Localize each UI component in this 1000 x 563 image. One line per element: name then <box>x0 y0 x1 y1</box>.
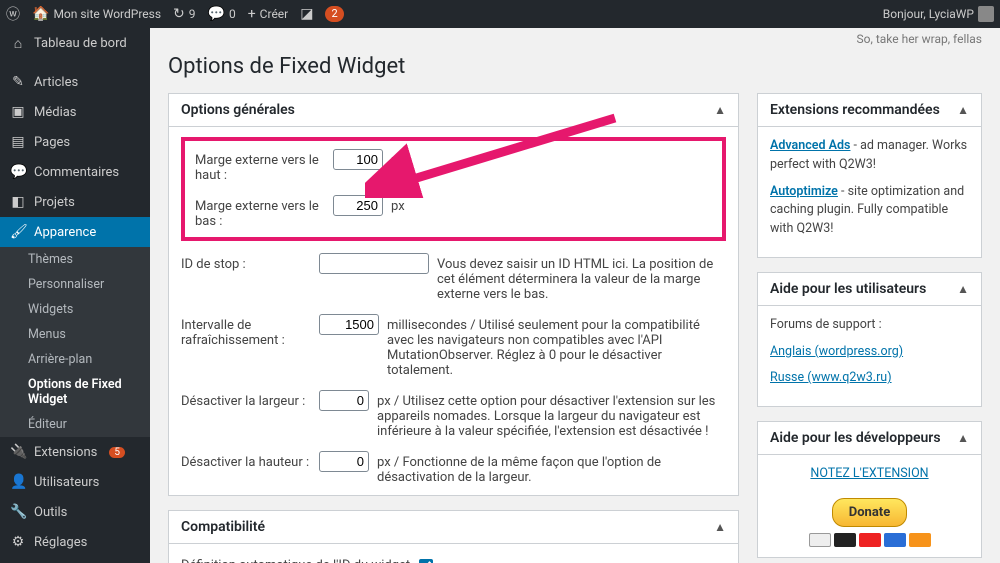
refresh-desc: millisecondes / Utilisé seulement pour l… <box>387 314 726 378</box>
stop-id-desc: Vous devez saisir un ID HTML ici. La pos… <box>437 253 726 302</box>
link-forum-en[interactable]: Anglais (wordpress.org) <box>770 344 903 359</box>
new-content[interactable]: +Créer <box>248 6 289 22</box>
disable-height-desc: px / Fonctionne de la même façon que l'o… <box>377 451 726 485</box>
auto-id-checkbox[interactable] <box>419 559 433 563</box>
submenu-menus[interactable]: Menus <box>0 322 150 347</box>
box-compatibility: Compatibilité ▲ Définition automatique d… <box>168 510 739 563</box>
submenu-customize[interactable]: Personnaliser <box>0 272 150 297</box>
box-ext-title: Extensions recommandées <box>770 102 940 118</box>
link-forum-ru[interactable]: Russe (www.q2w3.ru) <box>770 370 892 385</box>
box-general-title: Options générales <box>181 102 295 118</box>
amex-icon <box>884 533 906 547</box>
link-autoptimize[interactable]: Autoptimize <box>770 184 838 199</box>
menu-settings[interactable]: ⚙Réglages <box>0 527 150 557</box>
margin-bottom-input[interactable] <box>333 195 383 216</box>
margin-bottom-label: Marge externe vers le bas : <box>195 195 325 229</box>
disable-width-label: Désactiver la largeur : <box>181 390 311 409</box>
disable-width-input[interactable] <box>319 390 369 411</box>
disable-height-input[interactable] <box>319 451 369 472</box>
my-account[interactable]: Bonjour, LyciaWP <box>883 6 994 22</box>
card-icon <box>859 533 881 547</box>
toggle-icon[interactable]: ▲ <box>957 282 969 296</box>
site-name[interactable]: 🏠Mon site WordPress <box>32 6 161 22</box>
menu-users[interactable]: 👤Utilisateurs <box>0 467 150 497</box>
disable-height-label: Désactiver la hauteur : <box>181 451 311 470</box>
visa-icon <box>809 533 831 547</box>
admin-bar: ⓦ 🏠Mon site WordPress ↻9 💬0 +Créer ◪ 2 B… <box>0 0 1000 28</box>
submenu-editor[interactable]: Éditeur <box>0 412 150 437</box>
submenu-fixed-widget[interactable]: Options de Fixed Widget <box>0 372 150 412</box>
discover-icon <box>909 533 931 547</box>
auto-id-label: Définition automatique de l'ID du widget… <box>181 554 411 563</box>
disable-width-desc: px / Utilisez cette option pour désactiv… <box>377 390 726 439</box>
stop-id-input[interactable] <box>319 253 429 274</box>
refresh-input[interactable] <box>319 314 379 335</box>
link-rate-extension[interactable]: NOTEZ L'EXTENSION <box>810 466 928 481</box>
submenu-background[interactable]: Arrière-plan <box>0 347 150 372</box>
box-help-dev-title: Aide pour les développeurs <box>770 430 941 446</box>
menu-media[interactable]: ▣Médias <box>0 97 150 127</box>
page-title: Options de Fixed Widget <box>168 54 982 79</box>
content-area: So, take her wrap, fellas Options de Fix… <box>150 28 1000 563</box>
toggle-icon[interactable]: ▲ <box>957 103 969 117</box>
yoast-icon[interactable]: ◪ <box>300 6 313 22</box>
donate-button[interactable]: Donate <box>832 498 907 528</box>
box-compat-title: Compatibilité <box>181 519 265 535</box>
margin-top-input[interactable] <box>333 149 383 170</box>
forums-label: Forums de support : <box>770 316 969 335</box>
menu-dashboard[interactable]: ⌂Tableau de bord <box>0 28 150 59</box>
box-general-options: Options générales ▲ Marge externe vers l… <box>168 93 739 496</box>
toggle-icon[interactable]: ▲ <box>714 103 726 117</box>
payment-cards <box>770 533 969 547</box>
wp-logo[interactable]: ⓦ <box>6 4 20 24</box>
box-help-users-title: Aide pour les utilisateurs <box>770 281 926 297</box>
comments-bubble[interactable]: 💬0 <box>208 6 236 22</box>
menu-comments[interactable]: 💬Commentaires <box>0 157 150 187</box>
menu-plugins[interactable]: 🔌Extensions5 <box>0 437 150 467</box>
tagline: So, take her wrap, fellas <box>168 28 982 50</box>
unit-px: px <box>391 195 405 214</box>
updates[interactable]: ↻9 <box>173 6 195 22</box>
avatar <box>978 6 994 22</box>
link-advanced-ads[interactable]: Advanced Ads <box>770 138 850 153</box>
menu-projects[interactable]: ◧Projets <box>0 187 150 217</box>
notifications[interactable]: 2 <box>325 6 343 22</box>
menu-pages[interactable]: ▤Pages <box>0 127 150 157</box>
menu-posts[interactable]: ✎Articles <box>0 67 150 97</box>
menu-tools[interactable]: 🔧Outils <box>0 497 150 527</box>
box-recommended-extensions: Extensions recommandées ▲ Advanced Ads -… <box>757 93 982 258</box>
stop-id-label: ID de stop : <box>181 253 311 272</box>
submenu-widgets[interactable]: Widgets <box>0 297 150 322</box>
toggle-icon[interactable]: ▲ <box>957 431 969 445</box>
admin-menu: ⌂Tableau de bord ✎Articles ▣Médias ▤Page… <box>0 28 150 563</box>
menu-appearance[interactable]: 🖌Apparence <box>0 217 150 247</box>
box-help-developers: Aide pour les développeurs ▲ NOTEZ L'EXT… <box>757 421 982 558</box>
margin-top-label: Marge externe vers le haut : <box>195 149 325 183</box>
toggle-icon[interactable]: ▲ <box>714 520 726 534</box>
mastercard-icon <box>834 533 856 547</box>
highlight-box: Marge externe vers le haut : px Marge ex… <box>181 137 726 241</box>
refresh-label: Intervalle de rafraîchissement : <box>181 314 311 348</box>
submenu-themes[interactable]: Thèmes <box>0 247 150 272</box>
box-help-users: Aide pour les utilisateurs ▲ Forums de s… <box>757 272 982 407</box>
unit-px: px <box>391 149 405 168</box>
